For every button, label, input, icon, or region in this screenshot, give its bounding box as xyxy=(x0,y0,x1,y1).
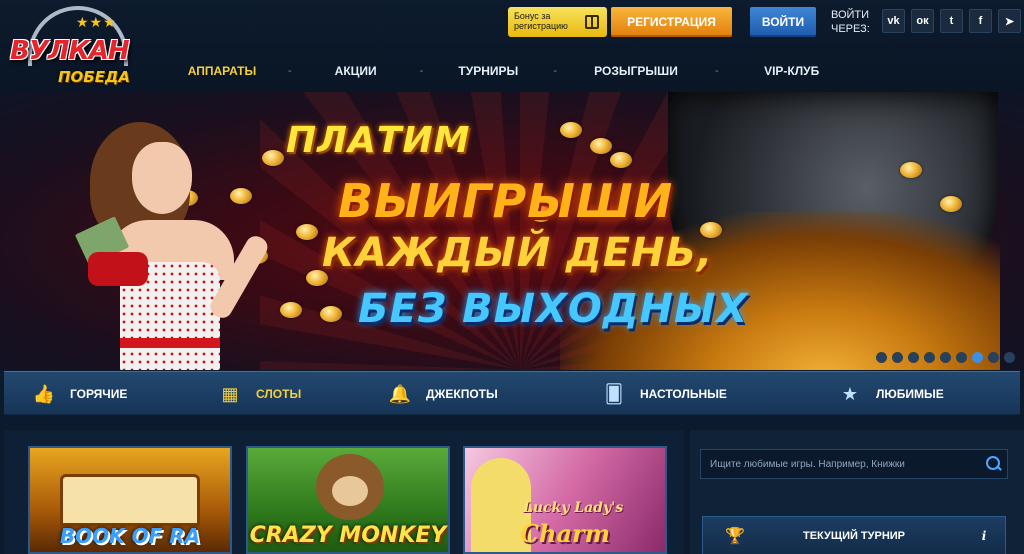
coin-image xyxy=(940,196,962,212)
slider-dot[interactable] xyxy=(956,352,967,363)
category-label: СЛОТЫ xyxy=(256,387,302,401)
category-3[interactable]: 🔔 ДЖЕКПОТЫ xyxy=(388,372,498,416)
card-icon: 🂠 xyxy=(604,383,624,404)
promo-line-1: ПЛАТИМ xyxy=(286,120,471,161)
main-nav: АППАРАТЫ - АКЦИИ - ТУРНИРЫ - РОЗЫГРЫШИ - VIP-КЛУ… xyxy=(156,52,1024,90)
odnoklassniki-icon[interactable]: ок xyxy=(911,9,934,33)
nav-item-2[interactable]: АКЦИИ xyxy=(292,64,420,78)
facebook-icon[interactable]: f xyxy=(969,9,992,33)
coin-image xyxy=(590,138,612,154)
slider-dot[interactable] xyxy=(908,352,919,363)
book-image xyxy=(60,474,200,526)
coin-image xyxy=(296,224,318,240)
game-tile-book-of-ra[interactable]: BOOK OF RA xyxy=(28,446,232,554)
search-input[interactable] xyxy=(701,450,979,478)
logo-bottom-text: ПОБЕДА xyxy=(58,68,130,86)
game-title: BOOK OF RA xyxy=(59,524,201,548)
coin-image xyxy=(560,122,582,138)
nav-item-1[interactable]: АППАРАТЫ xyxy=(156,64,288,78)
slot-machine-icon: ▦ xyxy=(221,383,239,404)
current-tournament-header[interactable]: 🏆 ТЕКУЩИЙ ТУРНИР i xyxy=(702,516,1006,554)
slider-dots xyxy=(876,352,1015,363)
promo-banner[interactable]: ПЛАТИМ ВЫИГРЫШИ КАЖДЫЙ ДЕНЬ, БЕЗ ВЫХОДНЫ… xyxy=(0,92,1024,370)
game-title: CRAZY MONKEY xyxy=(249,523,447,548)
nav-item-3[interactable]: ТУРНИРЫ xyxy=(423,64,553,78)
game-title: Charm xyxy=(519,519,611,548)
login-via-label: ВОЙТИ ЧЕРЕЗ: xyxy=(831,9,870,35)
coin-image xyxy=(610,152,632,168)
telegram-icon[interactable]: ➤ xyxy=(998,9,1021,33)
category-5[interactable]: ★ ЛЮБИМЫЕ xyxy=(838,372,944,416)
search-icon[interactable] xyxy=(979,450,1007,478)
category-label: ГОРЯЧИЕ xyxy=(70,387,128,401)
tournament-label: ТЕКУЩИЙ ТУРНИР xyxy=(802,529,906,542)
nav-item-4[interactable]: РОЗЫГРЫШИ xyxy=(557,64,715,78)
bonus-badge-label: Бонус за регистрацию xyxy=(514,11,568,31)
slider-dot[interactable] xyxy=(972,352,983,363)
game-search xyxy=(700,449,1008,479)
category-1[interactable]: 👍 ГОРЯЧИЕ xyxy=(32,372,128,416)
coin-image xyxy=(900,162,922,178)
slider-dot[interactable] xyxy=(1004,352,1015,363)
trophy-icon: 🏆 xyxy=(725,527,745,545)
monkey-image xyxy=(316,454,384,520)
category-label: НАСТОЛЬНЫЕ xyxy=(640,387,727,401)
slider-dot[interactable] xyxy=(924,352,935,363)
nav-item-5[interactable]: VIP-КЛУБ xyxy=(719,64,865,78)
slider-dot[interactable] xyxy=(876,352,887,363)
slider-dot[interactable] xyxy=(892,352,903,363)
vk-icon[interactable]: vk xyxy=(882,9,905,33)
gift-icon xyxy=(585,15,599,29)
category-bar: 👍 ГОРЯЧИЕ ▦ СЛОТЫ 🔔 ДЖЕКПОТЫ 🂠 НАСТОЛЬНЫЕ ★ ЛЮБИМ… xyxy=(4,371,1020,415)
category-label: ДЖЕКПОТЫ xyxy=(426,387,498,401)
promo-line-3: КАЖДЫЙ ДЕНЬ, xyxy=(322,230,714,276)
bell-icon: 🔔 xyxy=(388,383,412,404)
category-4[interactable]: 🂠 НАСТОЛЬНЫЕ xyxy=(602,372,727,416)
game-tile-crazy-monkey[interactable]: CRAZY MONKEY xyxy=(246,446,450,554)
logo-top-text: ВУЛКАН xyxy=(10,36,130,66)
category-label: ЛЮБИМЫЕ xyxy=(876,387,944,401)
bonus-badge[interactable]: Бонус за регистрацию xyxy=(508,7,607,37)
category-2[interactable]: ▦ СЛОТЫ xyxy=(218,372,301,416)
header: ★★★ ВУЛКАН ПОБЕДА Бонус за регистрацию Р… xyxy=(0,0,1024,92)
coin-image xyxy=(320,306,342,322)
social-login-list: vk ок t f ➤ xyxy=(882,9,1021,33)
woman-image xyxy=(74,112,272,370)
twitter-icon[interactable]: t xyxy=(940,9,963,33)
coin-image xyxy=(280,302,302,318)
game-subtitle: Lucky Lady's xyxy=(523,500,624,516)
logo-stars: ★★★ xyxy=(76,14,117,30)
register-button[interactable]: РЕГИСТРАЦИЯ xyxy=(611,7,732,37)
promo-line-4: БЕЗ ВЫХОДНЫХ xyxy=(358,286,749,332)
promo-line-2: ВЫИГРЫШИ xyxy=(338,174,674,228)
logo[interactable]: ★★★ ВУЛКАН ПОБЕДА xyxy=(6,4,158,90)
login-button[interactable]: ВОЙТИ xyxy=(750,7,816,37)
slider-dot[interactable] xyxy=(988,352,999,363)
game-tile-lucky-ladys-charm[interactable]: Lucky Lady's Charm xyxy=(463,446,667,554)
star-icon: ★ xyxy=(841,383,859,404)
hot-icon: 👍 xyxy=(32,383,56,404)
info-icon[interactable]: i xyxy=(975,529,993,543)
slider-dot[interactable] xyxy=(940,352,951,363)
